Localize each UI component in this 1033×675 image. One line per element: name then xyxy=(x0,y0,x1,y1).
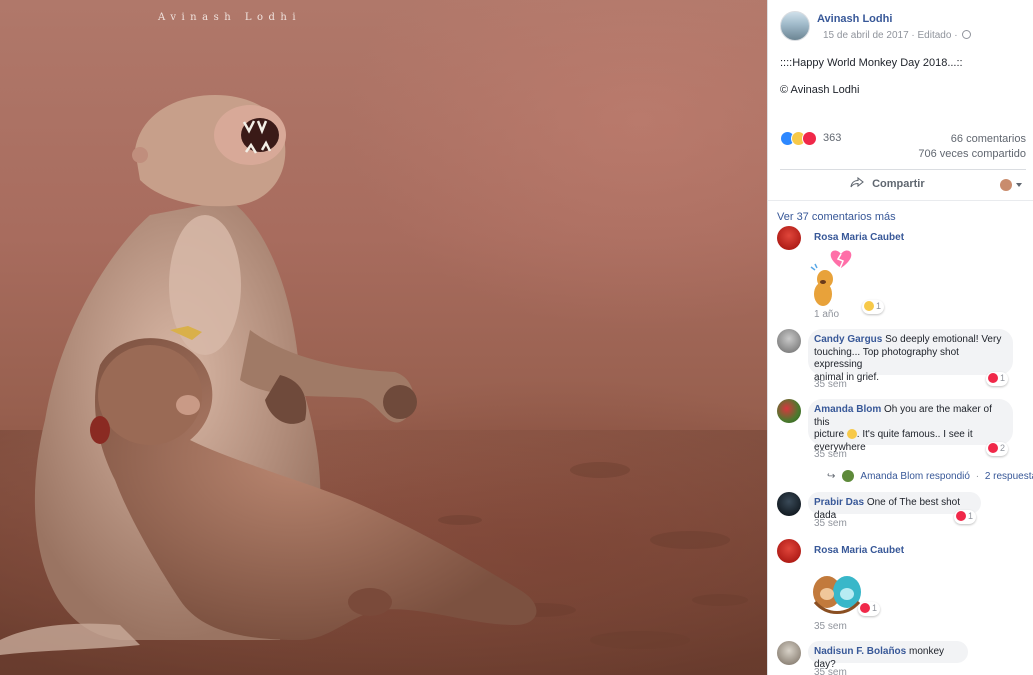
comment-author[interactable]: Rosa Maria Caubet xyxy=(814,545,904,556)
comment-item: Amanda Blom Oh you are the maker of this… xyxy=(777,399,1033,489)
comment-bubble: Candy Gargus So deeply emotional! Very t… xyxy=(808,329,1013,383)
separator: · xyxy=(975,471,980,482)
love-icon xyxy=(802,131,817,146)
comment-text: . It's quite famous.. I see it xyxy=(856,429,973,440)
comment-bubble: Nadisun F. Bolaños monkey day? xyxy=(808,641,968,670)
reply-arrow-icon: ↪ xyxy=(827,471,836,482)
share-icon xyxy=(850,177,864,188)
replies-author: Amanda Blom respondió xyxy=(860,471,970,482)
comment-item: Prabir Das One of The best shot dada 1 3… xyxy=(777,492,1027,532)
comment-author[interactable]: Candy Gargus xyxy=(814,334,882,345)
comment-reaction[interactable]: 1 xyxy=(858,602,881,616)
comment-reaction[interactable]: 1 xyxy=(862,300,885,314)
replies-count: 2 respuestas xyxy=(984,471,1033,482)
replies-link[interactable]: ↪ Amanda Blom respondió · 2 respuestas xyxy=(827,470,1033,482)
globe-icon[interactable] xyxy=(962,30,972,39)
comment-reaction[interactable]: 1 xyxy=(954,510,977,524)
reaction-count[interactable]: 363 xyxy=(823,132,841,144)
commenter-avatar[interactable] xyxy=(777,226,801,250)
comment-time[interactable]: 35 sem xyxy=(814,449,847,460)
reactions-row: 363 66 comentarios 706 veces compartido xyxy=(780,130,1026,170)
post-date[interactable]: 15 de abril de 2017 xyxy=(823,30,909,41)
commenter-avatar[interactable] xyxy=(777,492,801,516)
post-photo[interactable]: Avinash Lodhi xyxy=(0,0,767,675)
share-button[interactable]: Compartir xyxy=(850,177,925,190)
comment-reaction-count: 1 xyxy=(876,301,882,311)
commenter-avatar[interactable] xyxy=(777,539,801,563)
reply-avatar xyxy=(842,470,855,482)
meta-separator: · xyxy=(954,30,961,41)
wow-emoji-icon xyxy=(846,429,857,439)
user-avatar-icon xyxy=(1000,179,1012,191)
comment-text: So deeply emotional! Very xyxy=(885,334,1002,345)
post-header: Avinash Lodhi 15 de abril de 2017 · Edit… xyxy=(780,10,1026,44)
shares-count[interactable]: 706 veces compartido xyxy=(918,148,1026,160)
comment-reaction[interactable]: 2 xyxy=(986,442,1009,456)
photo-watermark: Avinash Lodhi xyxy=(158,12,302,23)
comments-area: Ver 37 comentarios más Rosa Maria Caubet… xyxy=(768,200,1033,675)
post-text-line-2: © Avinash Lodhi xyxy=(780,84,860,96)
love-icon xyxy=(988,443,998,453)
commenter-avatar[interactable] xyxy=(777,329,801,353)
comment-bubble: Prabir Das One of The best shot dada xyxy=(808,492,981,521)
comment-author[interactable]: Nadisun F. Bolaños xyxy=(814,646,906,657)
author-avatar[interactable] xyxy=(780,11,810,41)
crying-sticker-icon xyxy=(810,250,852,306)
commenter-avatar[interactable] xyxy=(777,641,801,665)
chevron-down-icon xyxy=(1016,183,1022,187)
love-icon xyxy=(988,373,998,383)
commenter-avatar[interactable] xyxy=(777,399,801,423)
comment-bubble: Amanda Blom Oh you are the maker of this… xyxy=(808,399,1013,453)
sad-icon xyxy=(864,301,874,311)
comment-reaction-count: 1 xyxy=(872,603,878,613)
comment-author[interactable]: Rosa Maria Caubet xyxy=(814,232,904,243)
monkey-photo-illustration xyxy=(0,95,767,675)
more-comments-link[interactable]: Ver 37 comentarios más xyxy=(777,211,896,223)
comment-text: picture xyxy=(814,429,845,440)
comment-text: touching... Top photography shot express… xyxy=(814,346,959,371)
comment-time[interactable]: 35 sem xyxy=(814,379,847,390)
edited-label[interactable]: Editado xyxy=(918,30,952,41)
comment-reaction-count: 2 xyxy=(1000,443,1006,453)
comment-item: Nadisun F. Bolaños monkey day? 35 sem xyxy=(777,641,1027,675)
love-icon xyxy=(860,603,870,613)
comment-item: Rosa Maria Caubet 1 35 sem xyxy=(777,539,1027,634)
comment-time[interactable]: 35 sem xyxy=(814,621,847,632)
comment-reaction[interactable]: 1 xyxy=(986,372,1009,386)
post-panel: Avinash Lodhi 15 de abril de 2017 · Edit… xyxy=(767,0,1033,675)
action-bar: Compartir xyxy=(780,169,1026,200)
audience-selector[interactable] xyxy=(1000,178,1022,192)
author-name[interactable]: Avinash Lodhi xyxy=(817,13,892,25)
love-icon xyxy=(956,511,966,521)
comment-time[interactable]: 35 sem xyxy=(814,667,847,675)
comment-reaction-count: 1 xyxy=(968,511,974,521)
comment-item: Rosa Maria Caubet 1 año 1 xyxy=(777,226,1027,321)
comment-author[interactable]: Amanda Blom xyxy=(814,404,881,415)
comment-reaction-count: 1 xyxy=(1000,373,1006,383)
comment-time[interactable]: 1 año xyxy=(814,309,839,320)
post-text-line-1: ::::Happy World Monkey Day 2018...:: xyxy=(780,57,963,69)
comment-item: Candy Gargus So deeply emotional! Very t… xyxy=(777,329,1027,390)
comments-count[interactable]: 66 comentarios xyxy=(951,133,1026,145)
comment-time[interactable]: 35 sem xyxy=(814,518,847,529)
share-label: Compartir xyxy=(872,178,925,190)
post-meta: 15 de abril de 2017 · Editado · xyxy=(823,30,972,41)
comment-author[interactable]: Prabir Das xyxy=(814,497,864,508)
